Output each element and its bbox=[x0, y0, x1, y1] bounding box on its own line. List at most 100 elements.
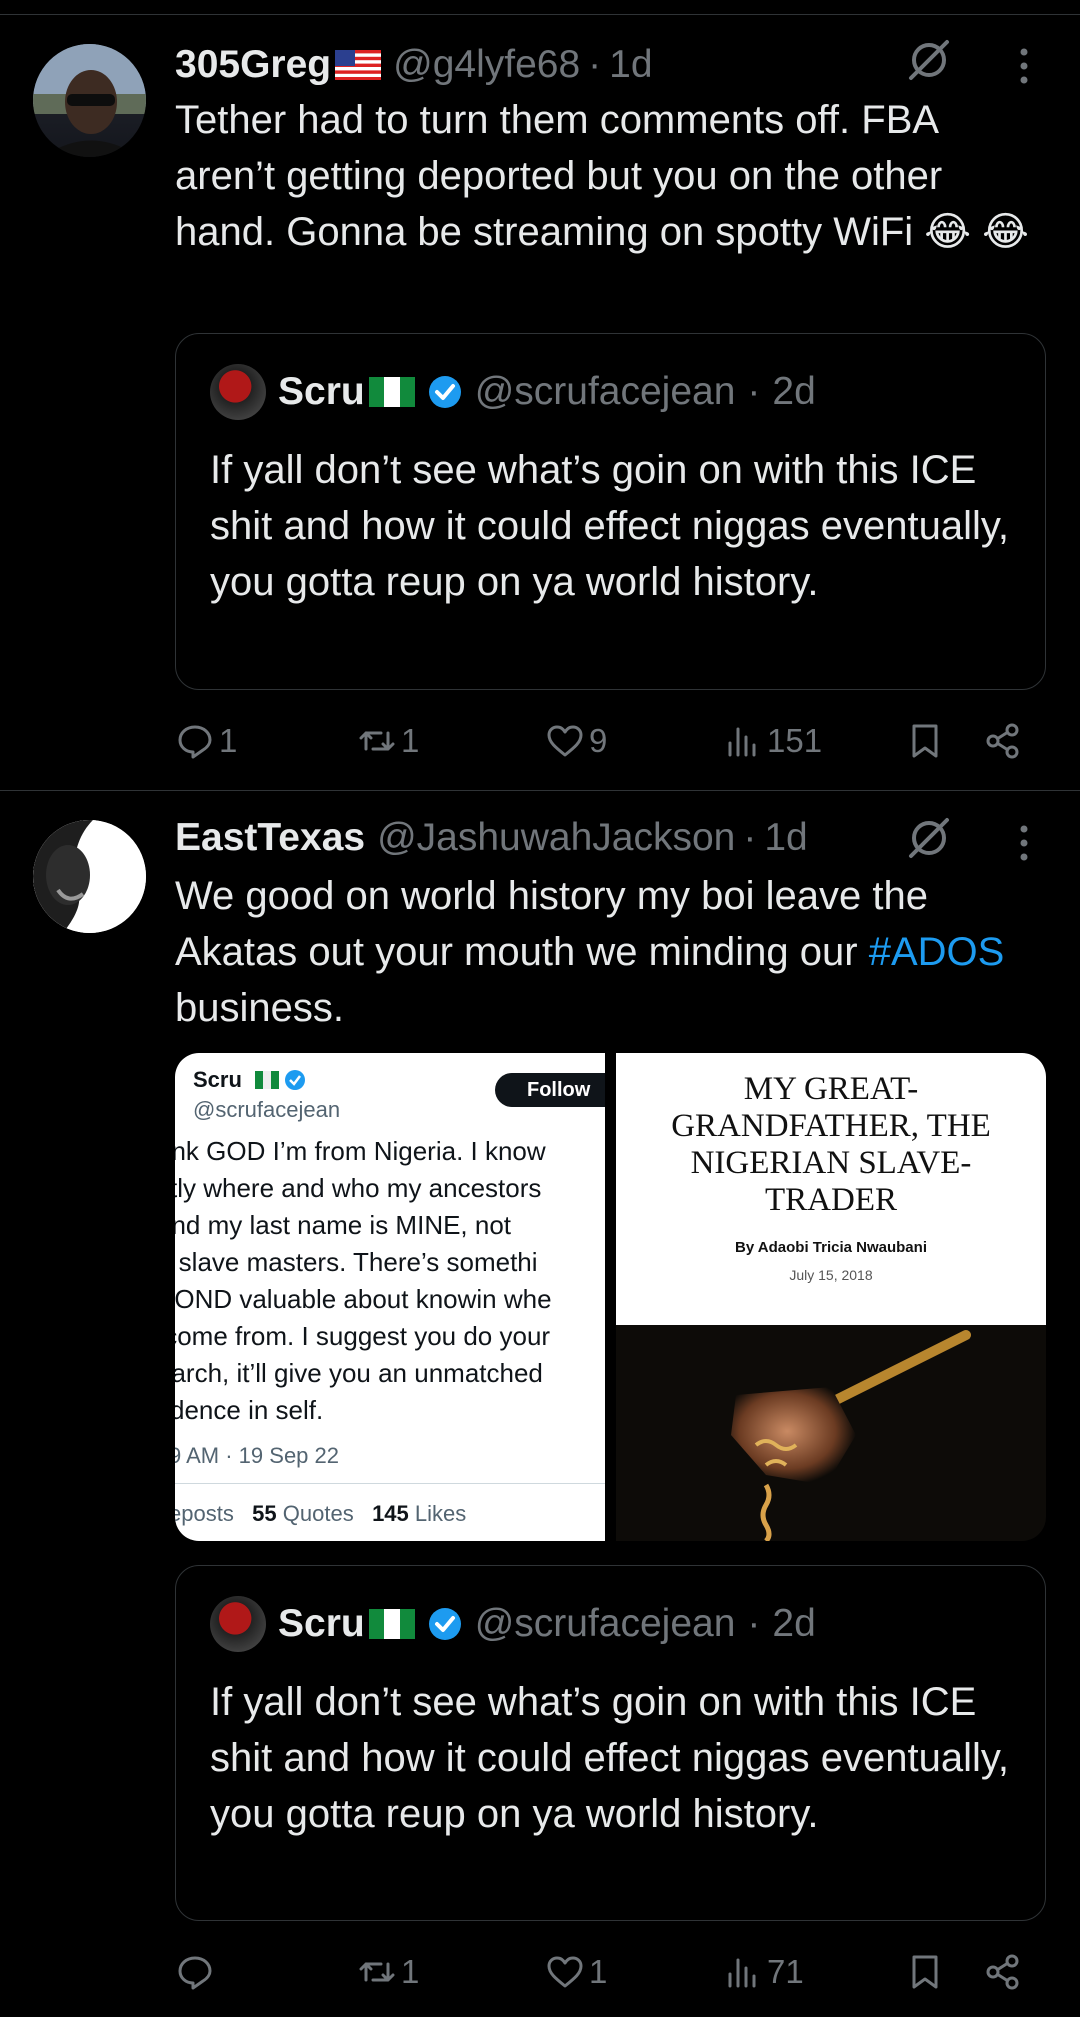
quoted-tweet[interactable]: Scru @scrufacejean · 2d If yall don’t se… bbox=[175, 1565, 1046, 1921]
flag-nigeria-icon bbox=[368, 377, 415, 407]
like-count: 1 bbox=[589, 1953, 608, 1990]
like-button[interactable]: 1 bbox=[545, 1947, 607, 1997]
bookmark-button[interactable] bbox=[905, 1947, 945, 1997]
repost-icon bbox=[359, 731, 395, 751]
reply-count: 1 bbox=[219, 722, 238, 759]
avatar[interactable] bbox=[33, 820, 146, 933]
screenshot-reposts-label: eposts bbox=[175, 1501, 234, 1526]
quote-display-name[interactable]: Scru bbox=[278, 1602, 365, 1646]
screenshot-divider bbox=[175, 1483, 605, 1484]
hashtag-link[interactable]: #ADOS bbox=[869, 930, 1005, 974]
tweet-header: EastTexas @JashuwahJackson · 1d bbox=[175, 813, 1040, 863]
more-icon[interactable] bbox=[1014, 823, 1034, 863]
reply-icon bbox=[178, 725, 212, 759]
share-button[interactable] bbox=[983, 1947, 1023, 1997]
timestamp[interactable]: 1d bbox=[764, 816, 807, 860]
media-image-article[interactable]: MY GREAT-GRANDFATHER, THE NIGERIAN SLAVE… bbox=[616, 1053, 1046, 1541]
media-grid: Scru @scrufacejean Follow ank GOD I’m fr… bbox=[175, 1053, 1046, 1541]
quote-handle[interactable]: @scrufacejean bbox=[475, 370, 736, 414]
grok-icon[interactable] bbox=[905, 814, 953, 862]
screenshot-likes-count: 145 bbox=[372, 1501, 409, 1526]
verified-icon bbox=[428, 1608, 461, 1640]
like-icon bbox=[547, 725, 583, 757]
quote-text: If yall don’t see what’s goin on with th… bbox=[210, 1680, 1010, 1836]
action-bar: 1 1 9 151 bbox=[175, 716, 1045, 766]
screenshot-handle: @scrufacejean bbox=[193, 1097, 341, 1122]
quote-timestamp[interactable]: 2d bbox=[772, 370, 815, 414]
repost-count: 1 bbox=[401, 1953, 420, 1990]
tweet-text-part: business. bbox=[175, 986, 344, 1030]
repost-count: 1 bbox=[401, 722, 420, 759]
quote-avatar[interactable] bbox=[210, 364, 266, 420]
avatar-image bbox=[33, 44, 146, 157]
screenshot-text: ank GOD I’m from Nigeria. I know ctly wh… bbox=[175, 1136, 552, 1425]
separator-dot: · bbox=[747, 1602, 761, 1645]
more-icon[interactable] bbox=[1014, 46, 1034, 86]
display-name[interactable]: EastTexas bbox=[175, 816, 365, 860]
article-headline: MY GREAT-GRANDFATHER, THE NIGERIAN SLAVE… bbox=[671, 1071, 991, 1218]
handle[interactable]: @JashuwahJackson bbox=[377, 816, 735, 860]
quoted-tweet[interactable]: Scru @scrufacejean · 2d If yall don’t se… bbox=[175, 333, 1046, 690]
repost-button[interactable]: 1 bbox=[357, 1947, 419, 1997]
share-icon bbox=[986, 723, 1019, 759]
avatar-image bbox=[33, 820, 146, 933]
flag-nigeria-icon bbox=[368, 1609, 415, 1639]
screenshot-follow-label: Follow bbox=[495, 1073, 605, 1107]
timestamp[interactable]: 1d bbox=[609, 43, 652, 87]
handle[interactable]: @g4lyfe68 bbox=[393, 43, 580, 87]
article-date: July 15, 2018 bbox=[789, 1267, 873, 1283]
share-icon bbox=[986, 1954, 1019, 1990]
reply-button[interactable] bbox=[175, 1947, 215, 1997]
reply-icon bbox=[178, 1956, 212, 1990]
share-button[interactable] bbox=[983, 716, 1023, 766]
article-photo bbox=[616, 1325, 1046, 1541]
view-count: 151 bbox=[767, 722, 823, 759]
repost-icon bbox=[359, 1962, 395, 1982]
bookmark-icon bbox=[912, 1955, 938, 1989]
avatar[interactable] bbox=[33, 44, 146, 157]
screenshot-quotes-count: 55 bbox=[252, 1501, 277, 1526]
bookmark-button[interactable] bbox=[905, 716, 945, 766]
quote-header: Scru @scrufacejean · 2d bbox=[210, 364, 816, 420]
shovel-chain-illustration bbox=[731, 1330, 971, 1541]
like-button[interactable]: 9 bbox=[545, 716, 607, 766]
display-name[interactable]: 305Greg bbox=[175, 43, 331, 87]
action-bar: 1 1 71 bbox=[175, 1947, 1045, 1997]
quote-display-name[interactable]: Scru bbox=[278, 370, 365, 414]
quote-avatar[interactable] bbox=[210, 1596, 266, 1652]
quote-timestamp[interactable]: 2d bbox=[772, 1602, 815, 1646]
quote-text: If yall don’t see what’s goin on with th… bbox=[210, 448, 1010, 604]
tweet-text: Tether had to turn them comments off. FB… bbox=[175, 98, 1029, 254]
screenshot-timestamp: 9 AM · 19 Sep 22 bbox=[175, 1443, 339, 1468]
separator-dot: · bbox=[747, 370, 761, 413]
quote-header: Scru @scrufacejean · 2d bbox=[210, 1596, 816, 1652]
article-byline: By Adaobi Tricia Nwaubani bbox=[735, 1239, 927, 1256]
flag-us-icon bbox=[335, 50, 382, 80]
screenshot-name: Scru bbox=[193, 1067, 242, 1092]
reply-button[interactable]: 1 bbox=[175, 716, 237, 766]
quote-handle[interactable]: @scrufacejean bbox=[475, 1602, 736, 1646]
grok-icon[interactable] bbox=[905, 36, 953, 84]
view-count: 71 bbox=[767, 1953, 804, 1990]
verified-icon bbox=[428, 376, 461, 408]
views-button[interactable]: 71 bbox=[723, 1947, 804, 1997]
bookmark-icon bbox=[912, 724, 938, 758]
screenshot-likes-label: Likes bbox=[414, 1501, 467, 1526]
flag-nigeria-verified-icon bbox=[255, 1070, 305, 1090]
like-count: 9 bbox=[589, 722, 608, 759]
media-image-screenshot[interactable]: Scru @scrufacejean Follow ank GOD I’m fr… bbox=[175, 1053, 605, 1541]
screenshot-stats: eposts 55 Quotes 145 Likes bbox=[175, 1501, 466, 1527]
repost-button[interactable]: 1 bbox=[357, 716, 419, 766]
article-header: MY GREAT-GRANDFATHER, THE NIGERIAN SLAVE… bbox=[616, 1053, 1046, 1325]
separator-dot: · bbox=[743, 816, 757, 859]
like-icon bbox=[547, 1956, 583, 1988]
tweet-text: We good on world history my boi leave th… bbox=[175, 868, 1045, 1036]
screenshot-quotes-label: Quotes bbox=[282, 1501, 354, 1526]
tweet-text-part: We good on world history my boi leave th… bbox=[175, 874, 928, 974]
views-icon bbox=[728, 1958, 756, 1988]
tweet-1[interactable]: 305Greg @g4lyfe68 · 1d Tether had to tur… bbox=[0, 0, 1080, 790]
tweet-divider bbox=[0, 790, 1080, 791]
views-button[interactable]: 151 bbox=[723, 716, 822, 766]
separator-dot: · bbox=[588, 43, 602, 86]
views-icon bbox=[728, 727, 756, 757]
